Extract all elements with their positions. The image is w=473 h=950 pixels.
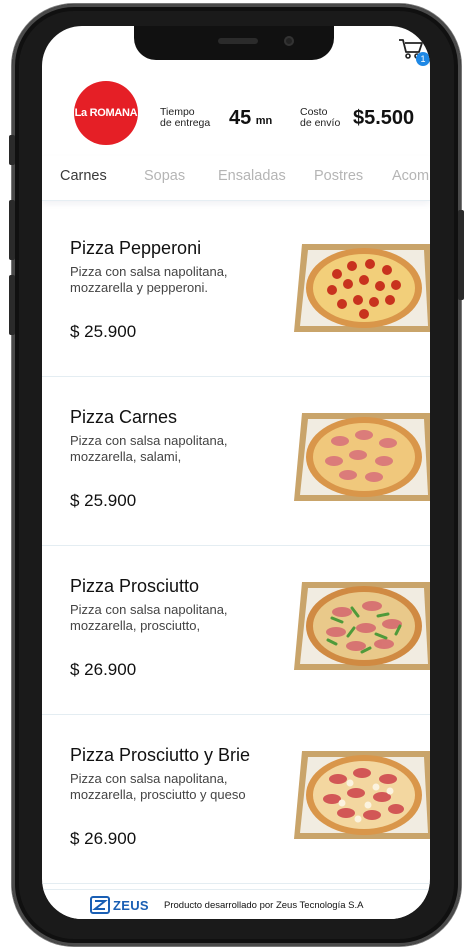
zeus-brand-text: ZEUS bbox=[113, 897, 149, 913]
product-description: Pizza con salsa napolitana, mozzarella, … bbox=[70, 602, 228, 633]
restaurant-header: La ROMANA Tiempo de entrega 45 mn Costo … bbox=[42, 78, 430, 158]
shipping-cost-value: $5.500 bbox=[353, 107, 415, 129]
pizza-prosciutto-image bbox=[294, 582, 430, 670]
restaurant-logo: La ROMANA bbox=[74, 81, 138, 145]
cart-count-badge: 1 bbox=[416, 52, 430, 66]
shipping-cost-label: Costo de envío bbox=[300, 106, 341, 129]
tab-sopas[interactable]: Sopas bbox=[144, 168, 185, 184]
category-tabs: Carnes Sopas Ensaladas Postres Acomp. bbox=[42, 156, 430, 201]
speaker-grille bbox=[218, 38, 258, 44]
product-name: Pizza Pepperoni bbox=[70, 238, 202, 258]
product-card-pepperoni[interactable]: Pizza Pepperoni Pizza con salsa napolita… bbox=[42, 208, 430, 377]
delivery-time-label: Tiempo de entrega bbox=[160, 106, 211, 129]
tab-ensaladas[interactable]: Ensaladas bbox=[218, 168, 286, 184]
product-price: $ 26.900 bbox=[70, 660, 137, 679]
product-card-prosciutto-brie[interactable]: Pizza Prosciutto y Brie Pizza con salsa … bbox=[42, 715, 430, 884]
product-description: Pizza con salsa napolitana, mozzarella, … bbox=[70, 433, 228, 464]
footer: ZEUS Producto desarrollado por Zeus Tecn… bbox=[42, 889, 430, 919]
product-description: Pizza con salsa napolitana, mozzarella, … bbox=[70, 771, 246, 802]
phone-power-button bbox=[458, 210, 464, 300]
app-screen: 1 La ROMANA Tiempo de entrega 45 mn Cost… bbox=[42, 26, 430, 919]
zeus-logo-icon bbox=[90, 896, 110, 914]
phone-volume-up bbox=[9, 200, 15, 260]
delivery-time-value: 45 mn bbox=[229, 107, 273, 129]
phone-notch bbox=[134, 26, 334, 60]
pizza-pepperoni-image bbox=[294, 244, 430, 332]
pizza-prosciutto-brie-image bbox=[294, 751, 430, 839]
product-name: Pizza Carnes bbox=[70, 407, 178, 427]
tab-carnes[interactable]: Carnes bbox=[60, 168, 107, 184]
front-camera bbox=[284, 36, 294, 46]
product-card-prosciutto[interactable]: Pizza Prosciutto Pizza con salsa napolit… bbox=[42, 546, 430, 715]
product-card-carnes[interactable]: Pizza Carnes Pizza con salsa napolitana,… bbox=[42, 377, 430, 546]
tab-acomp[interactable]: Acomp. bbox=[392, 168, 430, 184]
pizza-carnes-image bbox=[294, 413, 430, 501]
phone-volume-down bbox=[9, 275, 15, 335]
product-description: Pizza con salsa napolitana, mozzarella y… bbox=[70, 264, 228, 295]
zeus-logo: ZEUS bbox=[90, 896, 149, 914]
tab-postres[interactable]: Postres bbox=[314, 168, 363, 184]
product-price: $ 26.900 bbox=[70, 829, 137, 848]
product-price: $ 25.900 bbox=[70, 491, 137, 510]
product-name: Pizza Prosciutto bbox=[70, 576, 200, 596]
product-price: $ 25.900 bbox=[70, 322, 137, 341]
product-name: Pizza Prosciutto y Brie bbox=[70, 745, 251, 765]
cart-button[interactable]: 1 bbox=[398, 38, 430, 68]
footer-credit-text: Producto desarrollado por Zeus Tecnologí… bbox=[164, 900, 364, 911]
phone-silent-switch bbox=[9, 135, 15, 165]
